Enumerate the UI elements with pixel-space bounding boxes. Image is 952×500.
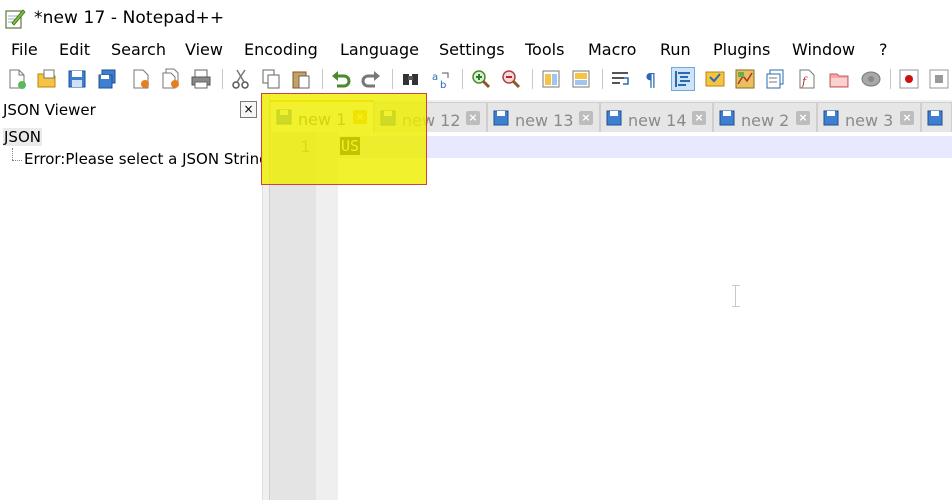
sync-horizontal-icon[interactable] [570, 68, 592, 90]
tab-close-button[interactable]: × [796, 111, 810, 125]
word-wrap-icon[interactable] [610, 68, 632, 90]
document-list-icon[interactable] [764, 68, 786, 90]
close-icon[interactable] [130, 68, 152, 90]
tab-close-button[interactable]: × [900, 111, 914, 125]
menu-tools[interactable]: Tools [525, 40, 564, 59]
fold-margin[interactable] [316, 132, 338, 500]
stop-record-icon[interactable] [928, 68, 950, 90]
redo-icon[interactable] [360, 68, 382, 90]
floppy-icon [276, 109, 292, 125]
tab-bar: new 1 × new 12 × new 13 × new 14 × new 2… [270, 100, 952, 133]
line-number: 1 [300, 137, 310, 156]
editor-area[interactable] [338, 132, 952, 500]
zoom-in-icon[interactable] [470, 68, 492, 90]
tab-new-2[interactable]: new 2 × [713, 102, 817, 132]
menu-macro[interactable]: Macro [588, 40, 636, 59]
tab-label: new 3 [845, 111, 894, 130]
text-cursor-icon [732, 285, 740, 307]
user-language-icon[interactable] [704, 68, 726, 90]
menu-help[interactable]: ? [879, 40, 888, 59]
show-all-chars-icon[interactable]: ¶ [640, 68, 662, 90]
paste-icon[interactable] [290, 68, 312, 90]
menu-file[interactable]: File [11, 40, 38, 59]
json-tree-error-item[interactable]: Error:Please select a JSON String. [24, 150, 273, 168]
zoom-out-icon[interactable] [500, 68, 522, 90]
json-viewer-header: JSON Viewer × [0, 98, 262, 122]
menu-search[interactable]: Search [111, 40, 166, 59]
tab-new-3[interactable]: new 3 × [817, 102, 921, 132]
tab-close-button[interactable]: × [353, 110, 367, 124]
svg-text:¶: ¶ [645, 70, 656, 90]
tab-close-button[interactable]: × [692, 111, 706, 125]
menu-bar: File Edit Search View Encoding Language … [0, 38, 952, 62]
record-macro-icon[interactable] [898, 68, 920, 90]
json-tree-root[interactable]: JSON [3, 128, 42, 146]
json-viewer-close-button[interactable]: × [240, 101, 257, 118]
save-icon[interactable] [66, 68, 88, 90]
toolbar-separator [532, 69, 533, 89]
floppy-icon [927, 110, 943, 126]
floppy-icon [719, 110, 735, 126]
replace-icon[interactable]: ab [430, 68, 452, 90]
floppy-icon [606, 110, 622, 126]
menu-settings[interactable]: Settings [439, 40, 505, 59]
svg-text:a: a [432, 72, 438, 83]
floppy-icon [823, 110, 839, 126]
floppy-icon [493, 110, 509, 126]
toolbar-separator [222, 69, 223, 89]
toolbar-separator [322, 69, 323, 89]
tab-new-1[interactable]: new 1 × [270, 100, 374, 132]
save-all-icon[interactable] [96, 68, 118, 90]
json-viewer-title: JSON Viewer [3, 101, 96, 119]
undo-icon[interactable] [330, 68, 352, 90]
new-file-icon[interactable] [6, 68, 28, 90]
tab-new-14[interactable]: new 14 × [600, 102, 713, 132]
tab-new-13[interactable]: new 13 × [487, 102, 600, 132]
tab-new-12[interactable]: new 12 × [374, 102, 487, 132]
tab-label: new 13 [515, 111, 574, 130]
tab-close-button[interactable]: × [579, 111, 593, 125]
tab-close-button[interactable]: × [466, 111, 480, 125]
tab-label: new 1 [298, 110, 347, 129]
floppy-icon [380, 110, 396, 126]
print-icon[interactable] [190, 68, 212, 90]
open-file-icon[interactable] [36, 68, 58, 90]
tree-connector [12, 160, 22, 162]
menu-run[interactable]: Run [660, 40, 691, 59]
tab-overflow[interactable] [921, 102, 952, 132]
folder-workspace-icon[interactable] [828, 68, 850, 90]
tree-connector [12, 148, 14, 160]
menu-encoding[interactable]: Encoding [244, 40, 318, 59]
document-map-icon[interactable] [734, 68, 756, 90]
line-number-margin [270, 132, 316, 500]
tab-label: new 12 [402, 111, 461, 130]
menu-edit[interactable]: Edit [59, 40, 90, 59]
tab-label: new 2 [741, 111, 790, 130]
toolbar-separator [602, 69, 603, 89]
toolbar-separator [890, 69, 891, 89]
toolbar: ab ¶ f [0, 64, 952, 94]
notepad-plus-plus-icon [5, 9, 26, 29]
toolbar-separator [392, 69, 393, 89]
function-list-icon[interactable]: f [796, 68, 818, 90]
menu-language[interactable]: Language [340, 40, 419, 59]
menu-plugins[interactable]: Plugins [713, 40, 770, 59]
menu-view[interactable]: View [185, 40, 223, 59]
panel-splitter[interactable] [262, 94, 270, 500]
tab-label: new 14 [628, 111, 687, 130]
menu-window[interactable]: Window [792, 40, 855, 59]
find-icon[interactable] [400, 68, 422, 90]
current-line-highlight [338, 136, 952, 158]
selected-text[interactable]: US [340, 137, 361, 155]
sync-vertical-icon[interactable] [540, 68, 562, 90]
svg-text:b: b [440, 80, 446, 90]
window-title: *new 17 - Notepad++ [34, 8, 225, 28]
cut-icon[interactable] [230, 68, 252, 90]
monitoring-icon[interactable] [860, 68, 882, 90]
indent-guide-icon[interactable] [671, 67, 695, 91]
title-bar: *new 17 - Notepad++ [0, 0, 952, 36]
copy-icon[interactable] [260, 68, 282, 90]
close-all-icon[interactable] [160, 68, 182, 90]
toolbar-separator [462, 69, 463, 89]
